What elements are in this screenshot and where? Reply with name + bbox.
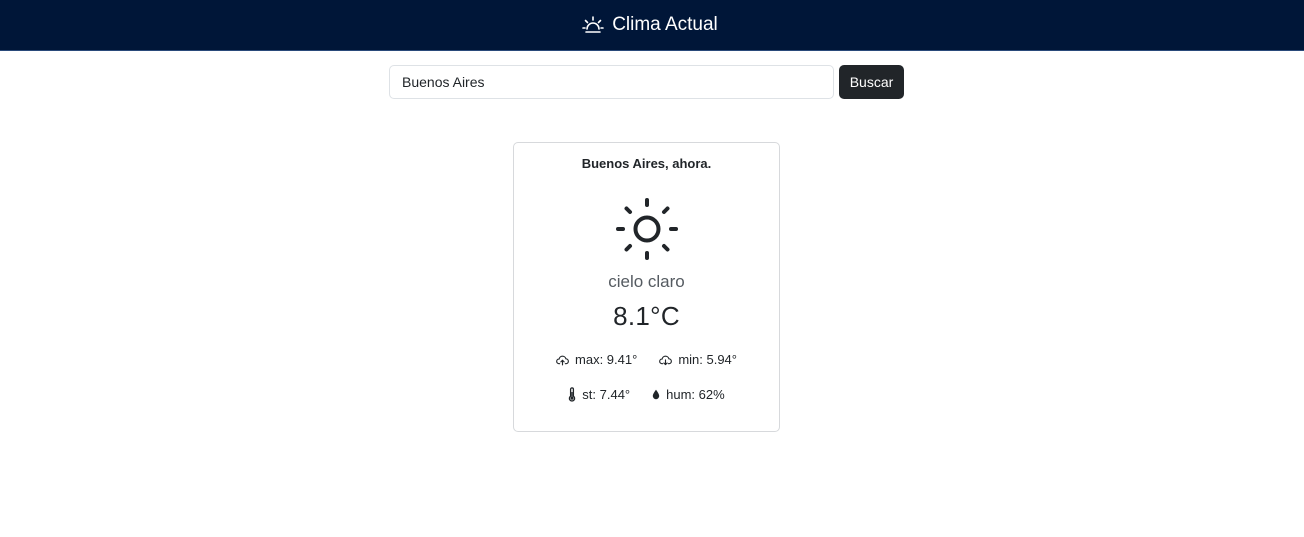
navbar: Clima Actual xyxy=(0,0,1304,51)
min-temp-label: min: 5.94° xyxy=(678,352,737,367)
humidity-label: hum: 62% xyxy=(666,387,725,402)
search-bar: Buscar xyxy=(389,65,904,99)
feels-like-label: st: 7.44° xyxy=(582,387,631,402)
min-max-row: max: 9.41° min: 5.94° xyxy=(514,352,779,367)
feels-like: st: 7.44° xyxy=(568,387,630,402)
cloud-arrow-down-icon xyxy=(659,355,673,365)
max-temp-label: max: 9.41° xyxy=(575,352,638,367)
weather-card: Buenos Aires, ahora. cielo claro 8.1°C m… xyxy=(513,142,780,432)
app-title: Clima Actual xyxy=(612,14,718,35)
brand[interactable]: Clima Actual xyxy=(582,14,718,36)
current-temperature: 8.1°C xyxy=(613,301,680,331)
droplet-icon xyxy=(652,389,660,400)
max-temp: max: 9.41° xyxy=(556,352,637,367)
city-search-input[interactable] xyxy=(389,65,834,99)
weather-condition: cielo claro xyxy=(608,272,685,291)
sunrise-icon xyxy=(582,15,604,35)
cloud-arrow-up-icon xyxy=(556,355,569,365)
feels-humidity-row: st: 7.44° hum: 62% xyxy=(514,387,779,402)
weather-card-title: Buenos Aires, ahora. xyxy=(581,156,712,171)
humidity: hum: 62% xyxy=(652,387,725,402)
thermometer-icon xyxy=(569,387,576,402)
sun-icon xyxy=(615,198,678,260)
min-temp: min: 5.94° xyxy=(659,352,737,367)
search-button[interactable]: Buscar xyxy=(839,65,904,99)
